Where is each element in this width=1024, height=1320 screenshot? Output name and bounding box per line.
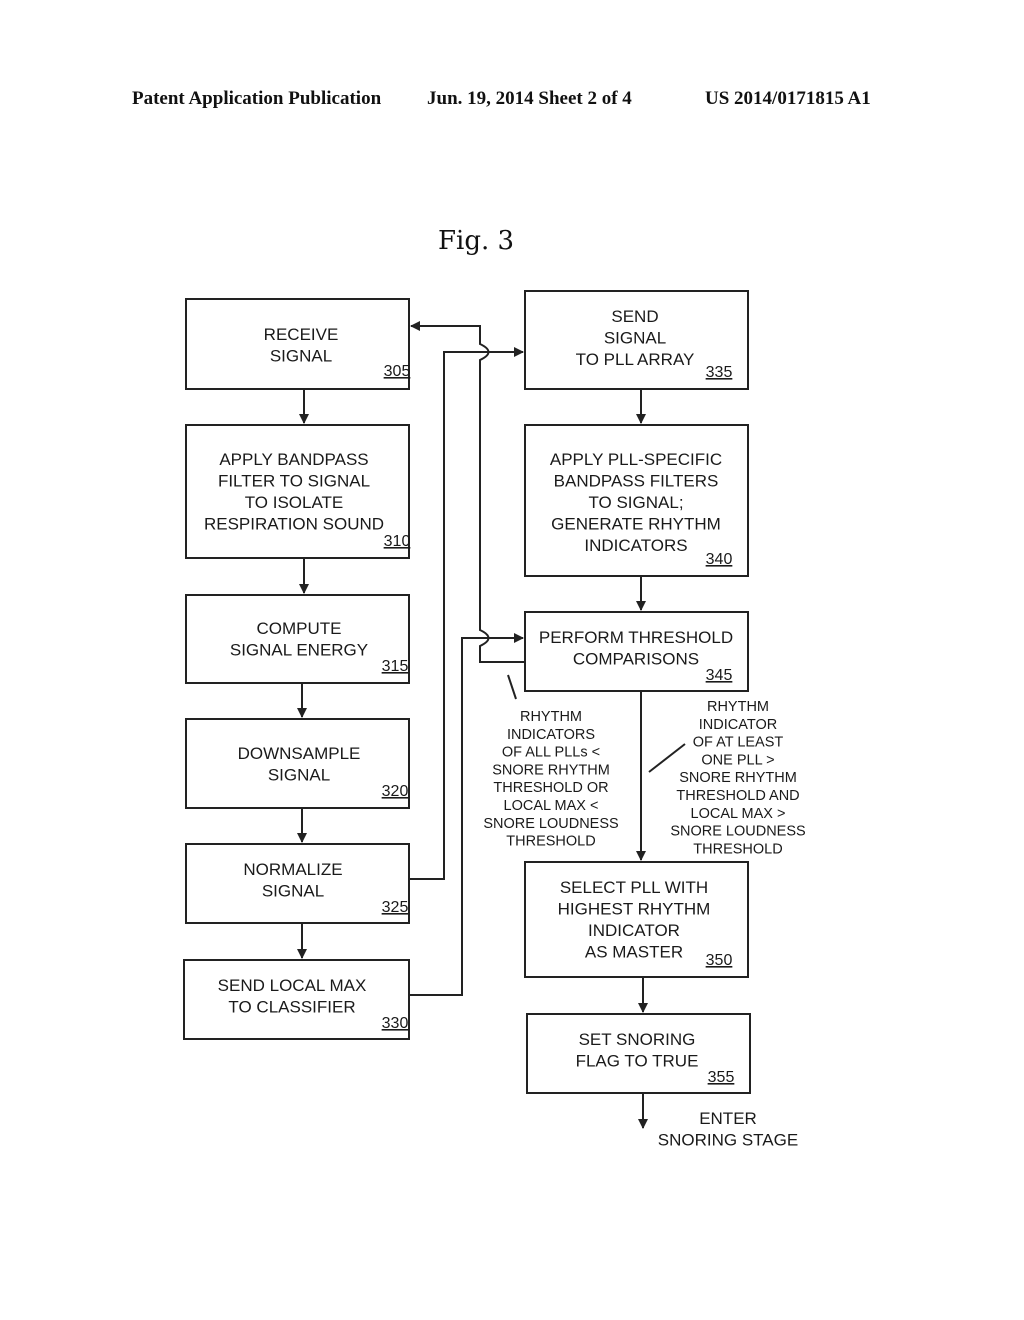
leader-snore bbox=[648, 743, 686, 773]
step-box-350: SELECT PLL WITH HIGHEST RHYTHM INDICATOR AS… bbox=[524, 861, 749, 978]
branch-label-no-snore-line: SNORE LOUDNESS bbox=[483, 816, 618, 832]
branch-label-snore-line: OF AT LEAST bbox=[693, 735, 784, 751]
step-text-line: FLAG TO TRUE bbox=[576, 1052, 699, 1071]
step-text-line: TO CLASSIFIER bbox=[228, 998, 355, 1017]
step-ref-number: 325 bbox=[382, 899, 409, 916]
step-text-line: SIGNAL bbox=[268, 766, 330, 785]
step-text-line: FILTER TO SIGNAL bbox=[218, 472, 370, 491]
step-ref-number: 310 bbox=[384, 533, 411, 550]
step-text-line: INDICATOR bbox=[588, 921, 680, 940]
step-box-355: SET SNORING FLAG TO TRUE 355 bbox=[526, 1013, 751, 1094]
step-text-line: TO SIGNAL; bbox=[588, 493, 683, 512]
step-ref-number: 315 bbox=[382, 658, 409, 675]
branch-label-snore-line: THRESHOLD bbox=[693, 841, 782, 857]
step-text-line: HIGHEST RHYTHM bbox=[558, 900, 711, 919]
branch-label-no-snore-line: SNORE RHYTHM bbox=[492, 762, 610, 778]
step-text-line: TO PLL ARRAY bbox=[576, 350, 695, 369]
step-text-line: APPLY PLL-SPECIFIC bbox=[550, 450, 722, 469]
step-box-325: NORMALIZE SIGNAL 325 bbox=[185, 843, 410, 924]
branch-label-snore-line: LOCAL MAX > bbox=[691, 806, 786, 822]
step-ref-number: 320 bbox=[382, 783, 409, 800]
step-text-line: SIGNAL bbox=[270, 347, 332, 366]
step-text-line: COMPARISONS bbox=[573, 650, 699, 669]
step-ref-number: 340 bbox=[706, 551, 733, 568]
exit-label: ENTER SNORING STAGE bbox=[658, 1109, 798, 1150]
step-text-line: SEND LOCAL MAX bbox=[218, 976, 367, 995]
step-text-line: NORMALIZE bbox=[243, 860, 342, 879]
exit-label-line: SNORING STAGE bbox=[658, 1131, 798, 1150]
branch-label-snore-line: SNORE LOUDNESS bbox=[670, 824, 805, 840]
branch-label-snore: RHYTHM INDICATOR OF AT LEASTONE PLL > SNORE… bbox=[670, 699, 805, 857]
step-text-line: PERFORM THRESHOLD bbox=[539, 628, 733, 647]
branch-label-snore-line: THRESHOLD AND bbox=[676, 788, 799, 804]
branch-label-snore-line: INDICATOR bbox=[699, 717, 777, 733]
step-box-345: PERFORM THRESHOLD COMPARISONS 345 bbox=[524, 611, 749, 692]
arrow-345-loop-to-305 bbox=[410, 321, 525, 663]
step-text-line: APPLY BANDPASS bbox=[219, 450, 368, 469]
step-text-line: RESPIRATION SOUND bbox=[204, 515, 384, 534]
branch-label-no-snore-line: THRESHOLD bbox=[506, 834, 595, 850]
branch-label-no-snore-line: LOCAL MAX < bbox=[504, 798, 599, 814]
branch-label-no-snore-line: OF ALL PLLs < bbox=[502, 745, 600, 761]
step-box-310: APPLY BANDPASS FILTER TO SIGNAL TO ISOLATE… bbox=[185, 424, 411, 559]
step-text-line: DOWNSAMPLE bbox=[238, 744, 361, 763]
exit-label-line: ENTER bbox=[699, 1109, 757, 1128]
branch-label-snore-line: ONE PLL > bbox=[701, 752, 774, 768]
step-text-line: GENERATE RHYTHM bbox=[551, 515, 721, 534]
step-text-line: TO ISOLATE bbox=[245, 493, 344, 512]
step-box-frame bbox=[185, 718, 410, 809]
branch-label-snore-line: SNORE RHYTHM bbox=[679, 770, 797, 786]
step-text-line: SELECT PLL WITH bbox=[560, 878, 708, 897]
branch-label-no-snore-line: INDICATORS bbox=[507, 727, 595, 743]
step-text-line: RECEIVE bbox=[264, 325, 339, 344]
step-text-line: COMPUTE bbox=[257, 619, 342, 638]
branch-label-snore-line: RHYTHM bbox=[707, 699, 769, 715]
step-box-335: SEND SIGNAL TO PLL ARRAY 335 bbox=[524, 290, 749, 390]
step-ref-number: 350 bbox=[706, 952, 733, 969]
step-box-305: RECEIVE SIGNAL 305 bbox=[185, 298, 411, 390]
step-ref-number: 330 bbox=[382, 1015, 409, 1032]
step-ref-number: 305 bbox=[384, 363, 411, 380]
step-box-320: DOWNSAMPLE SIGNAL 320 bbox=[185, 718, 410, 809]
step-ref-number: 335 bbox=[706, 364, 733, 381]
step-text-line: SIGNAL bbox=[604, 329, 666, 348]
flowchart: RECEIVE SIGNAL 305 APPLY BANDPASS FILTER TO … bbox=[183, 290, 806, 1150]
step-text-line: BANDPASS FILTERS bbox=[554, 472, 719, 491]
branch-label-no-snore-line: RHYTHM bbox=[520, 709, 582, 725]
step-ref-number: 345 bbox=[706, 667, 733, 684]
step-box-340: APPLY PLL-SPECIFIC BANDPASS FILTERS TO SIG… bbox=[524, 424, 749, 577]
step-ref-number: 355 bbox=[708, 1069, 735, 1086]
step-text-line: SIGNAL ENERGY bbox=[230, 641, 368, 660]
step-text-line: SET SNORING bbox=[579, 1030, 696, 1049]
step-box-330: SEND LOCAL MAX TO CLASSIFIER 330 bbox=[183, 959, 410, 1040]
step-box-315: COMPUTE SIGNAL ENERGY 315 bbox=[185, 594, 410, 684]
step-text-line: SEND bbox=[611, 307, 658, 326]
branch-label-no-snore: RHYTHM INDICATORS OF ALL PLLs <SNORE RHYTH… bbox=[483, 709, 618, 850]
step-box-frame bbox=[185, 424, 410, 559]
branch-label-no-snore-line: THRESHOLD OR bbox=[493, 780, 608, 796]
step-box-frame bbox=[185, 298, 410, 390]
leader-no-snore bbox=[507, 674, 517, 700]
step-text-line: INDICATORS bbox=[584, 536, 687, 555]
step-text-line: AS MASTER bbox=[585, 943, 683, 962]
step-text-line: SIGNAL bbox=[262, 882, 324, 901]
step-box-frame bbox=[185, 594, 410, 684]
